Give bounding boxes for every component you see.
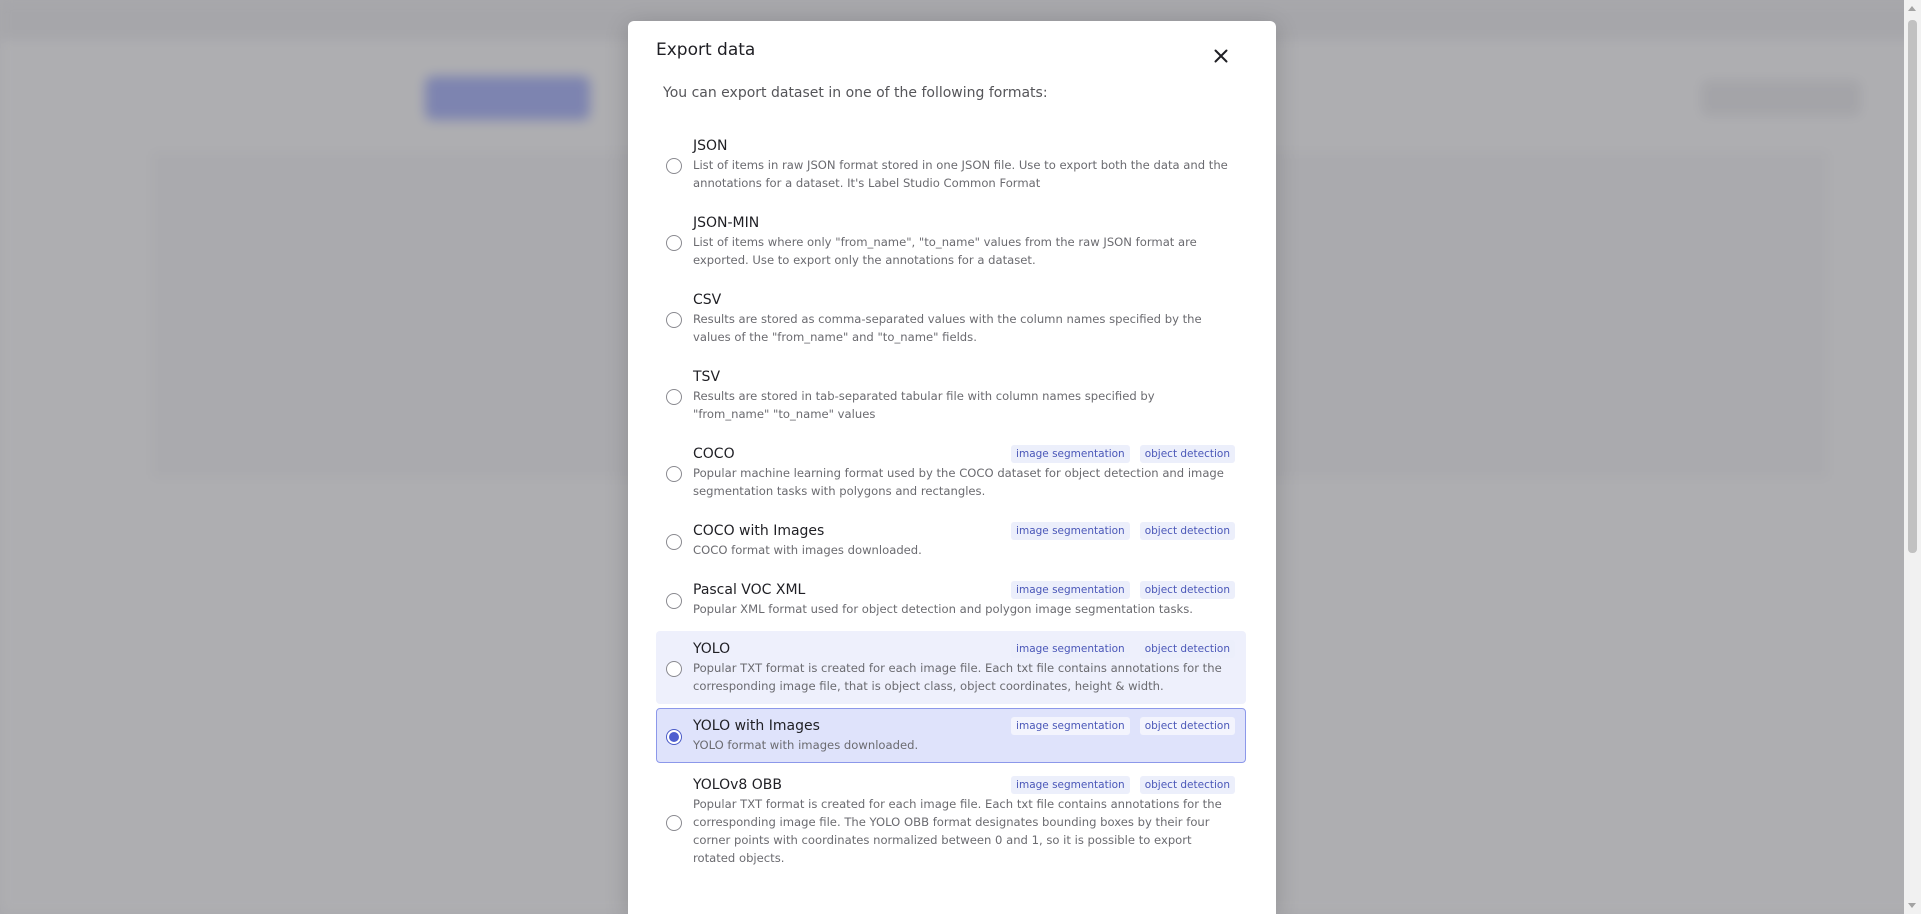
format-option[interactable]: COCO with Images image segmentation object… [656, 513, 1246, 568]
format-description: Popular XML format used for object detec… [693, 602, 1193, 616]
format-option[interactable]: YOLO with Images image segmentation object… [656, 708, 1246, 763]
page-scrollbar[interactable] [1904, 0, 1921, 914]
format-description: List of items in raw JSON format stored … [693, 158, 1228, 190]
format-tag: object detection [1139, 717, 1235, 735]
format-tags: image segmentation object detection [1011, 445, 1235, 463]
format-tag: image segmentation [1011, 776, 1130, 794]
format-description: Popular TXT format is created for each i… [693, 797, 1222, 865]
format-option[interactable]: JSON List of items in raw JSON format sto… [656, 128, 1246, 201]
scroll-up-icon[interactable] [1908, 6, 1916, 11]
format-title: Pascal VOC XML [693, 582, 806, 598]
format-radio[interactable] [666, 660, 682, 677]
format-title: JSON [693, 138, 728, 154]
format-option[interactable]: TSV Results are stored in tab-separated t… [656, 359, 1246, 432]
format-tag: object detection [1139, 581, 1235, 599]
format-title: COCO with Images [693, 523, 825, 539]
format-header: JSON [693, 137, 1235, 155]
format-tag: object detection [1139, 640, 1235, 658]
format-header: Pascal VOC XML image segmentation object d… [693, 581, 1235, 599]
format-header: CSV [693, 291, 1235, 309]
format-radio[interactable] [666, 533, 682, 550]
format-header: COCO image segmentation object detection [693, 445, 1235, 463]
format-title: CSV [693, 292, 722, 308]
format-header: YOLO image segmentation object detection [693, 640, 1235, 658]
format-description: List of items where only "from_name", "t… [693, 235, 1197, 267]
format-tags: image segmentation object detection [1011, 581, 1235, 599]
format-header: COCO with Images image segmentation object… [693, 522, 1235, 540]
format-tags: image segmentation object detection [1011, 522, 1235, 540]
format-tag: object detection [1139, 445, 1235, 463]
format-radio[interactable] [666, 311, 682, 328]
format-title: COCO [693, 446, 735, 462]
format-tag: image segmentation [1011, 522, 1130, 540]
format-title: YOLO with Images [693, 718, 820, 734]
format-tags: image segmentation object detection [1011, 717, 1235, 735]
scroll-down-icon[interactable] [1908, 903, 1916, 908]
export-data-modal: Export data You can export dataset in on… [628, 21, 1276, 914]
format-option[interactable]: JSON-MIN List of items where only "from_n… [656, 205, 1246, 278]
modal-intro-text: You can export dataset in one of the fol… [663, 85, 1048, 101]
format-radio[interactable] [666, 728, 682, 745]
format-tag: object detection [1139, 776, 1235, 794]
format-tag: image segmentation [1011, 445, 1130, 463]
format-header: YOLO with Images image segmentation object… [693, 717, 1235, 735]
format-header: YOLOv8 OBB image segmentation object detec… [693, 776, 1235, 794]
format-tag: image segmentation [1011, 640, 1130, 658]
format-description: Popular machine learning format used by … [693, 466, 1224, 498]
format-title: YOLO [693, 641, 731, 657]
format-option[interactable]: CSV Results are stored as comma-separated… [656, 282, 1246, 355]
format-radio[interactable] [666, 814, 682, 831]
format-radio[interactable] [666, 592, 682, 609]
format-header: TSV [693, 368, 1235, 386]
format-title: JSON-MIN [693, 215, 760, 231]
scrollbar-thumb[interactable] [1908, 20, 1917, 553]
close-button[interactable] [1203, 38, 1239, 74]
format-description: Popular TXT format is created for each i… [693, 661, 1222, 693]
format-radio[interactable] [666, 157, 682, 174]
format-option[interactable]: YOLOv8 OBB image segmentation object detec… [656, 767, 1246, 876]
format-radio[interactable] [666, 234, 682, 251]
format-option[interactable]: COCO image segmentation object detection Po… [656, 436, 1246, 509]
format-description: YOLO format with images downloaded. [693, 738, 919, 752]
format-title: YOLOv8 OBB [693, 777, 782, 793]
format-tags: image segmentation object detection [1011, 776, 1235, 794]
format-tag: image segmentation [1011, 581, 1130, 599]
format-description: Results are stored as comma-separated va… [693, 312, 1202, 344]
format-description: Results are stored in tab-separated tabu… [693, 389, 1155, 421]
modal-title: Export data [656, 40, 756, 60]
format-option[interactable]: YOLO image segmentation object detection Po… [656, 631, 1246, 704]
format-radio[interactable] [666, 465, 682, 482]
format-description: COCO format with images downloaded. [693, 543, 922, 557]
format-title: TSV [693, 369, 721, 385]
format-header: JSON-MIN [693, 214, 1235, 232]
format-tags: image segmentation object detection [1011, 640, 1235, 658]
format-list: JSON List of items in raw JSON format sto… [656, 128, 1246, 880]
format-radio[interactable] [666, 388, 682, 405]
close-icon [1214, 49, 1228, 63]
format-option[interactable]: Pascal VOC XML image segmentation object d… [656, 572, 1246, 627]
format-tag: image segmentation [1011, 717, 1130, 735]
format-tag: object detection [1139, 522, 1235, 540]
